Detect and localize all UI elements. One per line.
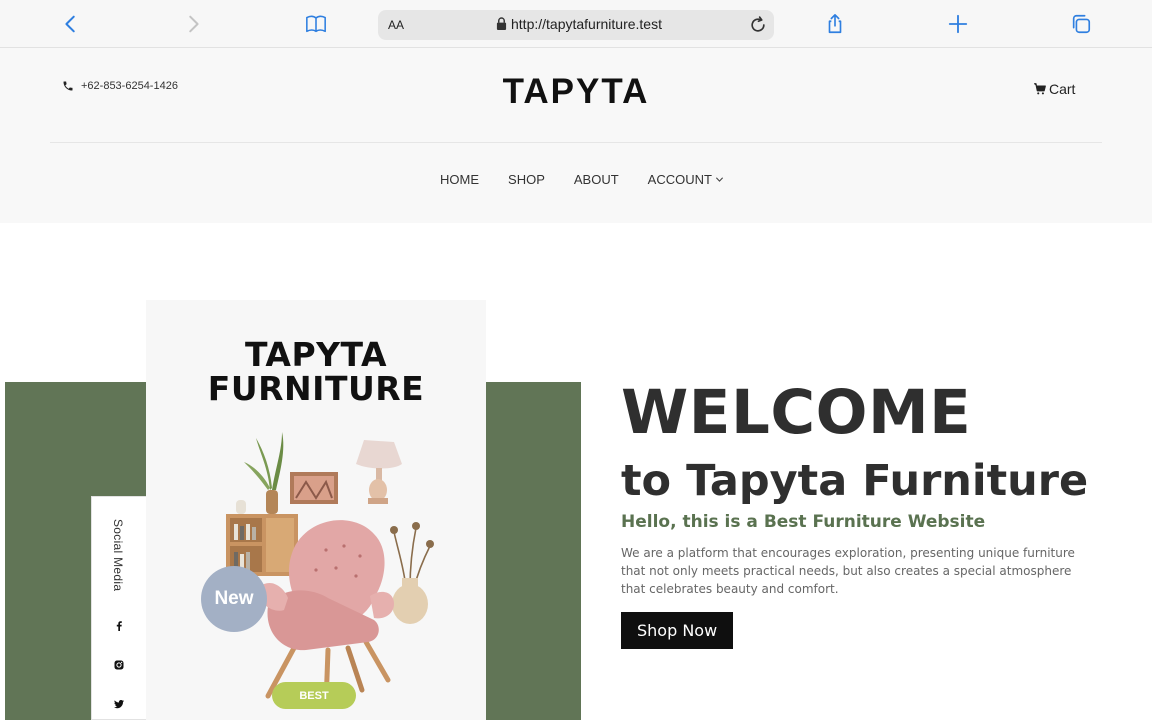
tabs-icon (1072, 14, 1091, 34)
cart-label: Cart (1049, 81, 1076, 97)
poster-title: TAPYTA FURNITURE (146, 338, 486, 406)
hero-subtitle: to Tapyta Furniture (621, 456, 1089, 506)
hero-description: We are a platform that encourages explor… (621, 546, 1075, 596)
url-text: http://tapytafurniture.test (511, 16, 662, 32)
instagram-icon (114, 660, 124, 670)
poster-title-line1: TAPYTA (244, 335, 388, 374)
cart-link[interactable]: Cart (1033, 81, 1075, 97)
hero-poster: TAPYTA FURNITURE New BEST (146, 300, 486, 720)
facebook-icon (116, 621, 122, 631)
hero-welcome-heading: WELCOME (621, 377, 972, 448)
nav-home[interactable]: HOME (440, 172, 479, 187)
cart-icon (1034, 83, 1046, 95)
main-nav: HOME SHOP ABOUT ACCOUNT (0, 172, 1152, 187)
site-logo[interactable]: TAPYTA (0, 72, 1152, 112)
browser-toolbar: AA http://tapytafurniture.test (0, 0, 1152, 48)
new-badge: New (201, 566, 267, 632)
social-media-panel: Social Media (91, 496, 146, 720)
chevron-right-icon (189, 15, 199, 33)
book-icon (306, 15, 326, 33)
site-header: +62-853-6254-1426 TAPYTA Cart HOME SHOP … (0, 48, 1152, 223)
poster-title-line2: FURNITURE (207, 369, 425, 408)
nav-account-label: ACCOUNT (647, 172, 712, 187)
social-media-label: Social Media (111, 519, 125, 592)
nav-about[interactable]: ABOUT (574, 172, 619, 187)
shop-now-button[interactable]: Shop Now (621, 612, 734, 649)
lock-icon (496, 17, 507, 30)
reload-icon[interactable] (748, 15, 768, 35)
best-badge: BEST (272, 682, 356, 709)
facebook-link[interactable] (112, 619, 126, 633)
chevron-down-icon (715, 177, 724, 182)
back-button[interactable] (58, 11, 84, 37)
plus-icon (948, 14, 968, 34)
address-bar[interactable]: AA http://tapytafurniture.test (378, 10, 774, 40)
nav-account[interactable]: ACCOUNT (648, 172, 724, 187)
chevron-left-icon (65, 15, 75, 33)
bookmarks-button[interactable] (303, 11, 329, 37)
forward-button[interactable] (180, 11, 206, 37)
twitter-icon (114, 699, 124, 709)
hero-text: WELCOME to Tapyta Furniture Hello, this … (621, 380, 1121, 649)
nav-shop[interactable]: SHOP (508, 172, 545, 187)
header-divider (50, 142, 1102, 143)
share-button[interactable] (822, 11, 848, 37)
twitter-link[interactable] (112, 697, 126, 711)
tabs-button[interactable] (1068, 11, 1094, 37)
hero-tagline: Hello, this is a Best Furniture Website (621, 512, 986, 532)
reader-options-button[interactable]: AA (388, 18, 404, 32)
new-tab-button[interactable] (945, 11, 971, 37)
share-icon (828, 14, 842, 34)
instagram-link[interactable] (112, 658, 126, 672)
